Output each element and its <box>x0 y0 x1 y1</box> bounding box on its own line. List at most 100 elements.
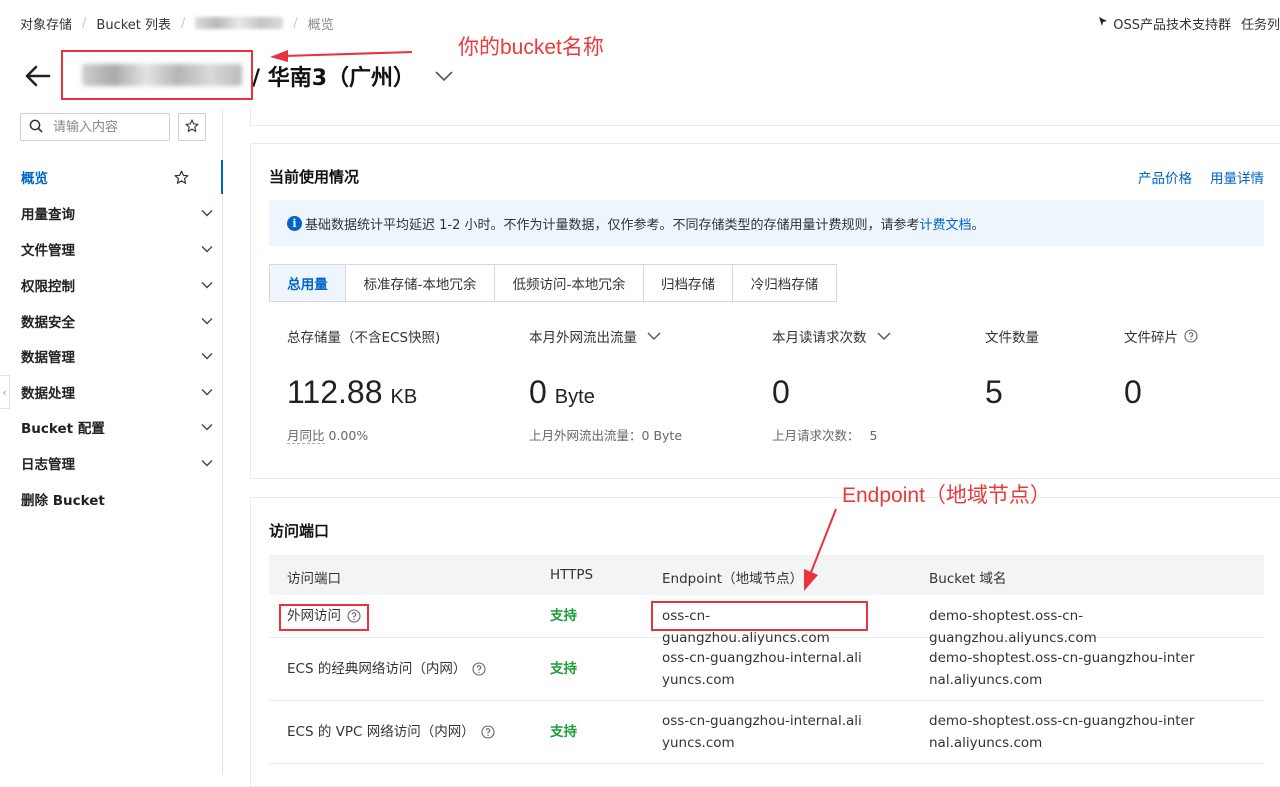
favorite-button[interactable] <box>178 113 206 141</box>
annotation-arrow-down <box>804 508 837 591</box>
endpoint-value: oss-cn-guangzhou-internal.aliyuncs.com <box>662 650 862 688</box>
chevron-down-icon <box>877 332 890 340</box>
sidebar-item[interactable]: 用量查询 <box>21 201 213 225</box>
chevron-down-icon <box>201 460 213 467</box>
sidebar-collapse-handle[interactable]: ‹ <box>0 375 10 409</box>
sidebar-item-label: 权限控制 <box>21 279 75 295</box>
usage-card <box>250 143 1280 479</box>
metric-value-number: 112.88 <box>287 374 383 410</box>
metric-total-storage-label: 总存储量（不含ECS快照) <box>287 326 440 346</box>
breadcrumb: 对象存储 / Bucket 列表 / / 概览 <box>20 13 334 33</box>
row-divider <box>269 700 1264 701</box>
endpoint-annotation: Endpoint（地域节点） <box>842 484 1051 507</box>
chevron-down-icon <box>647 332 661 340</box>
search-icon <box>29 118 43 137</box>
sidebar-item[interactable]: Bucket 配置 <box>21 415 213 439</box>
breadcrumb-separator: / <box>293 15 298 31</box>
column-header-bucket-domain: Bucket 域名 <box>929 571 1007 587</box>
bucket-domain-value: demo-shoptest.oss-cn-guangzhou.aliyuncs.… <box>929 608 1097 646</box>
task-link[interactable]: 任务列 <box>1241 14 1280 33</box>
breadcrumb-object-storage[interactable]: 对象存储 <box>20 14 72 33</box>
row-divider <box>269 763 1264 764</box>
sidebar-item[interactable]: 权限控制 <box>21 273 213 297</box>
metric-label-text: 文件数量 <box>985 330 1039 346</box>
sidebar-item-label: 日志管理 <box>21 457 75 473</box>
sidebar-item-label: 文件管理 <box>21 243 75 259</box>
metric-outbound-traffic-label[interactable]: 本月外网流出流量 <box>529 326 661 346</box>
sidebar-item[interactable]: 数据安全 <box>21 309 213 333</box>
metric-label-text: 本月外网流出流量 <box>529 330 637 346</box>
endpoint-highlight <box>651 601 868 631</box>
top-right-links: OSS产品技术支持群 任务列 <box>1097 14 1280 33</box>
tab-ia-lrs[interactable]: 低频访问-本地冗余 <box>495 265 644 301</box>
chevron-down-icon <box>201 282 213 289</box>
sidebar-item-label: 用量查询 <box>21 207 75 223</box>
chevron-down-icon <box>201 353 213 360</box>
endpoint-title: 访问端口 <box>269 522 330 540</box>
metric-fragments-label: 文件碎片 <box>1124 326 1198 346</box>
metric-read-requests-sub: 上月请求次数： 5 <box>772 425 877 444</box>
sidebar-item[interactable]: 删除 Bucket <box>21 487 213 511</box>
info-icon: i <box>287 215 302 231</box>
mom-value: 0.00% <box>328 428 369 443</box>
endpoint-value: oss-cn-guangzhou-internal.aliyuncs.com <box>662 713 862 751</box>
tab-cold-archive[interactable]: 冷归档存储 <box>733 265 836 301</box>
https-support: 支持 <box>550 724 577 740</box>
last-month-requests-label: 上月请求次数： <box>772 428 860 443</box>
sidebar-item[interactable]: 文件管理 <box>21 237 213 261</box>
table-row-classic-name: ECS 的经典网络访问（内网） <box>287 658 486 680</box>
back-arrow-icon[interactable] <box>20 58 56 94</box>
usage-detail-link[interactable]: 用量详情 <box>1210 167 1264 187</box>
last-month-requests-value: 5 <box>869 428 878 443</box>
bucket-domain-value: demo-shoptest.oss-cn-guangzhou-internal.… <box>929 650 1195 688</box>
star-icon[interactable] <box>174 169 189 185</box>
chevron-down-icon <box>201 389 213 396</box>
metric-read-requests-label[interactable]: 本月读请求次数 <box>772 326 891 346</box>
metric-read-requests-value: 0 <box>772 374 790 410</box>
tab-total-usage[interactable]: 总用量 <box>270 265 346 301</box>
column-header-port: 访问端口 <box>287 571 341 587</box>
https-support: 支持 <box>550 661 577 677</box>
sidebar-item-label: 数据安全 <box>21 315 75 331</box>
support-group-link[interactable]: OSS产品技术支持群 <box>1113 14 1231 33</box>
help-icon[interactable] <box>472 662 486 676</box>
help-icon[interactable] <box>481 725 495 739</box>
sidebar-active-indicator <box>221 160 223 194</box>
storage-type-tabs: 总用量 标准存储-本地冗余 低频访问-本地冗余 归档存储 冷归档存储 <box>269 264 837 302</box>
sidebar-item[interactable]: 数据管理 <box>21 344 213 368</box>
notice-text: 基础数据统计平均延迟 1-2 小时。不作为计量数据，仅作参考。不同存储类型的存储… <box>305 217 920 233</box>
usage-notice: i 基础数据统计平均延迟 1-2 小时。不作为计量数据，仅作参考。不同存储类型的… <box>269 200 1264 246</box>
sidebar-item[interactable]: 数据处理 <box>21 380 213 404</box>
breadcrumb-separator: / <box>82 15 87 31</box>
product-price-link[interactable]: 产品价格 <box>1138 167 1192 187</box>
sidebar-item-label: 删除 Bucket <box>21 493 105 509</box>
tab-archive[interactable]: 归档存储 <box>644 265 733 301</box>
usage-title: 当前使用情况 <box>269 168 360 186</box>
tab-standard-lrs[interactable]: 标准存储-本地冗余 <box>346 265 495 301</box>
chevron-left-icon: ‹ <box>2 385 7 399</box>
metric-total-storage-value: 112.88 KB <box>287 374 417 411</box>
help-icon[interactable] <box>1184 329 1198 343</box>
metric-value-number: 0 <box>529 374 547 410</box>
last-month-traffic-label: 上月外网流出流量： <box>529 428 642 443</box>
sidebar-item[interactable]: 概览 <box>21 165 213 189</box>
annotation-arrow-left <box>270 50 413 62</box>
breadcrumb-separator: / <box>181 15 186 31</box>
sidebar-item-label: 概览 <box>21 171 48 187</box>
breadcrumb-bucket-name-redacted[interactable] <box>195 17 284 29</box>
breadcrumb-bucket-list[interactable]: Bucket 列表 <box>96 14 171 33</box>
star-icon <box>185 118 199 137</box>
endpoint-name: ECS 的经典网络访问（内网） <box>287 661 467 677</box>
search-input[interactable] <box>51 118 151 136</box>
sidebar-item-label: 数据处理 <box>21 386 75 402</box>
chevron-down-icon[interactable] <box>432 64 456 88</box>
chevron-down-icon <box>201 210 213 217</box>
public-access-highlight <box>279 604 369 631</box>
sidebar-search[interactable] <box>20 113 170 141</box>
billing-doc-link[interactable]: 计费文档 <box>920 214 972 233</box>
metric-label-text: 文件碎片 <box>1124 330 1178 346</box>
bucket-name-highlight <box>61 50 253 100</box>
pin-icon <box>1097 16 1109 31</box>
sidebar-item[interactable]: 日志管理 <box>21 451 213 475</box>
sidebar-item-label: 数据管理 <box>21 350 75 366</box>
